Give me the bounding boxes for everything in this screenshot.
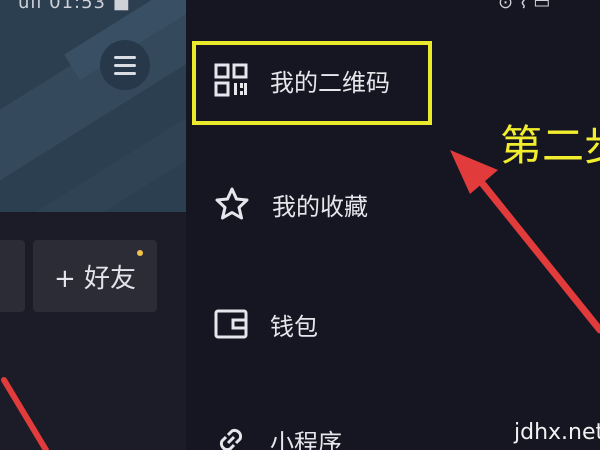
screenshot-stage: ull 01:53 ■ + 好友 ⊙ ⌇ ▭ 我的二维码 我的收藏 钱包 小程序… xyxy=(0,0,600,450)
watermark: jdhx.net xyxy=(514,420,600,445)
arrow-left-annotation xyxy=(1,377,49,450)
arrow-right-annotation xyxy=(450,150,600,334)
annotation-arrows xyxy=(1,150,600,450)
